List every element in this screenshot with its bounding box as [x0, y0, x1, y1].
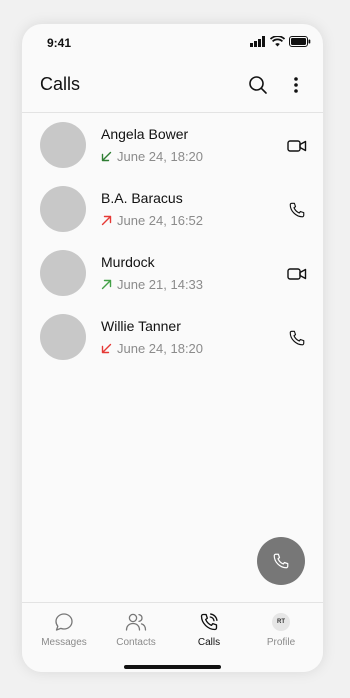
avatar	[40, 314, 86, 360]
contact-name: Willie Tanner	[101, 318, 181, 334]
call-meta: June 21, 14:33	[101, 277, 203, 292]
app-header: Calls	[22, 60, 323, 113]
avatar	[40, 186, 86, 232]
contacts-icon	[101, 611, 171, 633]
avatar	[40, 122, 86, 168]
video-call-button[interactable]	[285, 262, 309, 286]
wifi-icon	[269, 34, 286, 52]
call-meta: June 24, 18:20	[101, 149, 203, 164]
phone-icon	[289, 202, 305, 218]
chat-bubble-icon	[29, 611, 99, 633]
avatar-initials: RT	[272, 613, 290, 631]
status-icons	[250, 34, 311, 52]
battery-icon	[289, 34, 311, 52]
outgoing-call-arrow-icon	[101, 279, 112, 290]
nav-contacts[interactable]: Contacts	[101, 611, 171, 648]
contact-name: Murdock	[101, 254, 155, 270]
phone-icon	[289, 330, 305, 346]
nav-profile[interactable]: RT Profile	[246, 611, 316, 648]
nav-label: Contacts	[116, 637, 156, 648]
status-bar: 9:41	[22, 24, 323, 60]
call-meta: June 24, 16:52	[101, 213, 203, 228]
call-date: June 24, 18:20	[117, 149, 204, 164]
call-meta: June 24, 18:20	[101, 341, 203, 356]
nav-label: Calls	[197, 637, 221, 648]
page-title: Calls	[40, 74, 81, 94]
avatar	[40, 250, 86, 296]
phone-icon	[273, 553, 289, 569]
call-date: June 21, 14:33	[117, 277, 204, 292]
new-call-button[interactable]	[257, 537, 305, 585]
call-row[interactable]: Angela Bower June 24, 18:20	[22, 114, 323, 178]
call-row[interactable]: Willie Tanner June 24, 18:20	[22, 306, 323, 370]
phone-screen: 9:41 Calls Angela Bower June 24, 18:20 B…	[22, 24, 323, 672]
contact-name: Angela Bower	[101, 126, 189, 142]
call-list: Angela Bower June 24, 18:20 B.A. Baracus…	[22, 114, 323, 370]
more-vertical-icon	[294, 77, 298, 93]
more-options-button[interactable]	[283, 72, 309, 98]
call-date: June 24, 16:52	[117, 213, 204, 228]
nav-label: Profile	[266, 637, 296, 648]
call-date: June 24, 18:20	[117, 341, 204, 356]
incoming-call-arrow-icon	[101, 343, 112, 354]
nav-label: Messages	[41, 637, 87, 648]
status-time: 9:41	[47, 36, 72, 50]
signal-icon	[250, 34, 266, 52]
outgoing-call-arrow-icon	[101, 215, 112, 226]
search-button[interactable]	[245, 72, 271, 98]
home-indicator	[124, 665, 221, 669]
video-camera-icon	[287, 140, 307, 152]
voice-call-button[interactable]	[285, 198, 309, 222]
incoming-call-arrow-icon	[101, 151, 112, 162]
nav-calls[interactable]: Calls	[174, 611, 244, 648]
profile-avatar: RT	[246, 611, 316, 633]
search-icon	[249, 76, 267, 94]
video-camera-icon	[287, 268, 307, 280]
video-call-button[interactable]	[285, 134, 309, 158]
bottom-nav: Messages Contacts Calls RT Profile	[22, 602, 323, 672]
call-row[interactable]: B.A. Baracus June 24, 16:52	[22, 178, 323, 242]
phone-ringing-icon	[174, 611, 244, 633]
call-row[interactable]: Murdock June 21, 14:33	[22, 242, 323, 306]
voice-call-button[interactable]	[285, 326, 309, 350]
nav-messages[interactable]: Messages	[29, 611, 99, 648]
contact-name: B.A. Baracus	[101, 190, 183, 206]
